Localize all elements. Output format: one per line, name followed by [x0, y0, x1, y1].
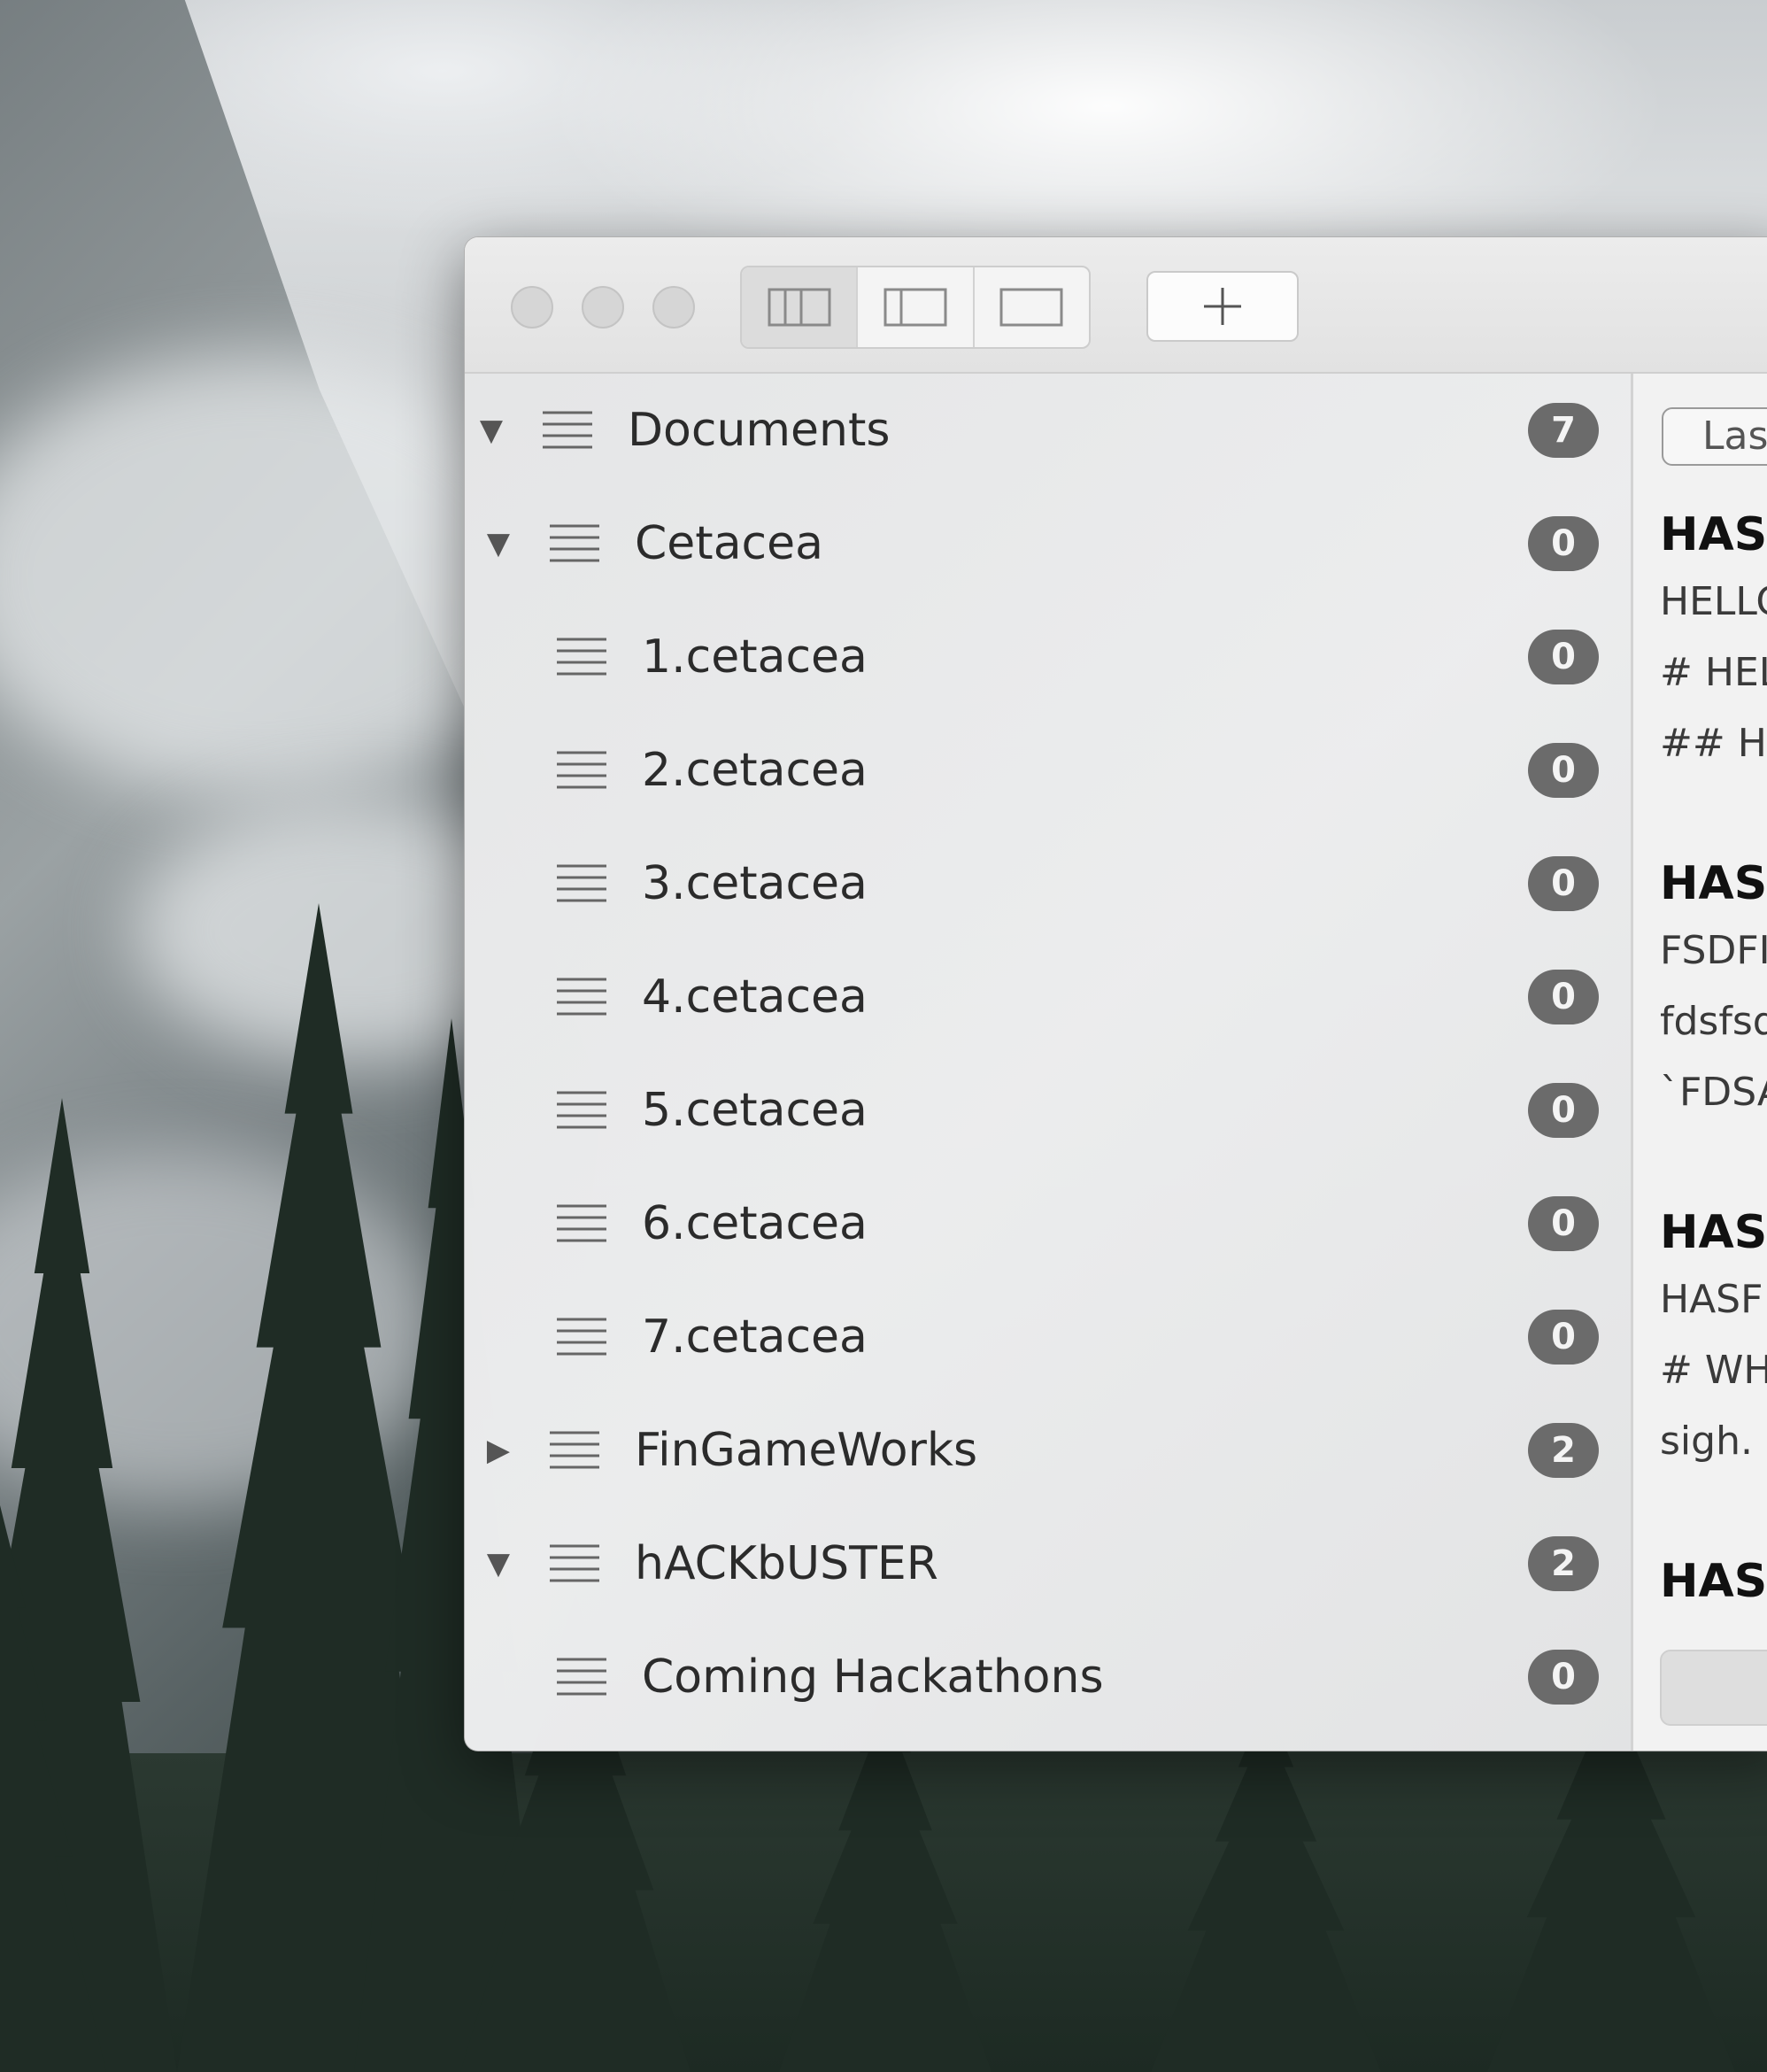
sidebar-item-label: 1.cetacea: [642, 630, 868, 684]
sidebar-item-coming-hackathons[interactable]: Coming Hackathons 0: [465, 1620, 1631, 1734]
minimize-window-button[interactable]: [582, 286, 624, 329]
note-count-badge: 0: [1528, 856, 1599, 911]
note-preview-line: ## HE: [1660, 721, 1767, 766]
note-count-badge: 0: [1528, 630, 1599, 684]
note-list-item[interactable]: HASS FSDFI fdsfsd `FDSA: [1660, 852, 1767, 1128]
sidebar-item-label: 3.cetacea: [642, 857, 868, 910]
note-count-badge: 0: [1528, 1310, 1599, 1365]
plus-icon: [1204, 288, 1241, 325]
two-pane-icon: [884, 288, 947, 327]
notebook-icon: [557, 638, 606, 676]
disclosure-triangle-icon[interactable]: ▼: [481, 526, 516, 561]
note-count-badge: 7: [1528, 403, 1599, 458]
notebook-icon: [557, 1091, 606, 1129]
note-title: HASS: [1660, 508, 1767, 561]
notebook-icon: [543, 411, 592, 449]
notebook-icon: [557, 751, 606, 789]
note-preview-line: `FDSA: [1660, 1070, 1767, 1115]
disclosure-triangle-icon[interactable]: ▶: [481, 1433, 516, 1468]
notebook-icon: [550, 1544, 599, 1582]
sidebar-item-label: 4.cetacea: [642, 970, 868, 1024]
titlebar: [465, 237, 1767, 374]
note-list: Las HASS HELLO # HEL ## HE HASS FSDFI fd…: [1633, 374, 1767, 1751]
notebook-sidebar: ▼ Documents 7 ▼ Cetacea 0 1.cetacea 0 2.…: [465, 374, 1631, 1751]
sidebar-item-label: Cetacea: [635, 517, 824, 570]
single-pane-icon: [999, 288, 1063, 327]
note-preview-line: # HEL: [1660, 650, 1767, 695]
notebook-icon: [557, 978, 606, 1016]
two-pane-view-button[interactable]: [858, 267, 975, 347]
sidebar-item-label: Coming Hackathons: [642, 1651, 1104, 1704]
sidebar-item-1-cetacea[interactable]: 1.cetacea 0: [465, 600, 1631, 714]
close-window-button[interactable]: [511, 286, 553, 329]
sidebar-item-4-cetacea[interactable]: 4.cetacea 0: [465, 940, 1631, 1054]
sidebar-item-7-cetacea[interactable]: 7.cetacea 0: [465, 1280, 1631, 1394]
note-preview-line: sigh.: [1660, 1419, 1753, 1464]
note-count-badge: 0: [1528, 1083, 1599, 1138]
sidebar-item-cetacea[interactable]: ▼ Cetacea 0: [465, 487, 1631, 600]
three-pane-icon: [768, 288, 831, 327]
disclosure-triangle-icon[interactable]: ▼: [481, 1546, 516, 1581]
sidebar-item-documents[interactable]: ▼ Documents 7: [465, 374, 1631, 487]
zoom-window-button[interactable]: [652, 286, 695, 329]
notebook-icon: [550, 1431, 599, 1469]
note-count-badge: 0: [1528, 1650, 1599, 1705]
sidebar-item-label: hACKbUSTER: [635, 1537, 938, 1590]
sidebar-item-6-cetacea[interactable]: 6.cetacea 0: [465, 1167, 1631, 1280]
sort-button[interactable]: Las: [1662, 407, 1767, 466]
sidebar-item-label: 2.cetacea: [642, 744, 868, 797]
note-count-badge: 0: [1528, 743, 1599, 798]
note-count-badge: 2: [1528, 1423, 1599, 1478]
sidebar-item-hackbuster[interactable]: ▼ hACKbUSTER 2: [465, 1507, 1631, 1620]
note-title: HASS: [1660, 1555, 1767, 1608]
sidebar-item-label: Documents: [628, 404, 891, 457]
sidebar-item-3-cetacea[interactable]: 3.cetacea 0: [465, 827, 1631, 940]
sidebar-item-fingameworks[interactable]: ▶ FinGameWorks 2: [465, 1394, 1631, 1507]
sidebar-item-label: 7.cetacea: [642, 1310, 868, 1364]
notebook-icon: [557, 1318, 606, 1356]
single-pane-view-button[interactable]: [975, 267, 1089, 347]
note-title: HASS: [1660, 857, 1767, 910]
sidebar-item-label: FinGameWorks: [635, 1424, 978, 1477]
notebook-icon: [557, 1658, 606, 1696]
view-mode-segmented-control: [740, 266, 1091, 349]
note-list-item[interactable]: HASS HASF # WHY sigh.: [1660, 1201, 1767, 1477]
add-note-button[interactable]: [1146, 271, 1299, 342]
notebook-icon: [557, 1204, 606, 1242]
disclosure-triangle-icon[interactable]: ▼: [474, 413, 509, 448]
notebook-icon: [557, 864, 606, 902]
note-title: HASS: [1660, 1206, 1767, 1259]
sidebar-item-label: 5.cetacea: [642, 1084, 868, 1137]
note-list-footer-bar: [1660, 1650, 1767, 1726]
note-preview-line: fdsfsd: [1660, 999, 1767, 1044]
notebook-icon: [550, 524, 599, 562]
note-preview-line: FSDFI: [1660, 928, 1767, 973]
sidebar-item-5-cetacea[interactable]: 5.cetacea 0: [465, 1054, 1631, 1167]
note-preview-line: HASF: [1660, 1277, 1763, 1322]
note-count-badge: 0: [1528, 1196, 1599, 1251]
note-preview-line: # WHY: [1660, 1348, 1767, 1393]
three-pane-view-button[interactable]: [742, 267, 859, 347]
app-window: ▼ Documents 7 ▼ Cetacea 0 1.cetacea 0 2.…: [464, 236, 1767, 1751]
note-count-badge: 2: [1528, 1536, 1599, 1591]
note-preview-line: HELLO: [1660, 579, 1767, 624]
note-list-item[interactable]: HASS: [1660, 1550, 1767, 1613]
note-count-badge: 0: [1528, 970, 1599, 1024]
note-count-badge: 0: [1528, 516, 1599, 571]
note-list-item[interactable]: HASS HELLO # HEL ## HE: [1660, 503, 1767, 779]
sidebar-item-2-cetacea[interactable]: 2.cetacea 0: [465, 714, 1631, 827]
sidebar-item-label: 6.cetacea: [642, 1197, 868, 1250]
